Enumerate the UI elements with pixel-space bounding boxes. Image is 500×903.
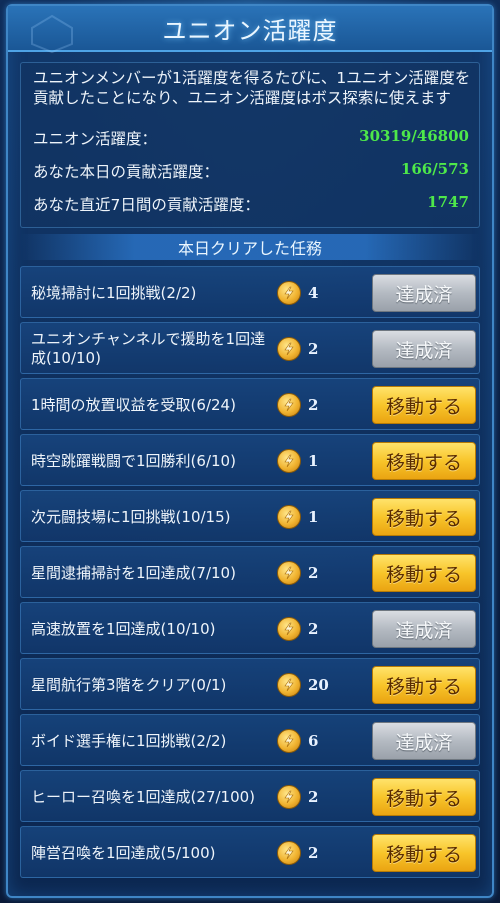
reward-amount: 2 [308, 396, 319, 414]
task-name: ユニオンチャンネルで援助を1回達成(10/10) [31, 330, 266, 367]
stat-label: ユニオン活躍度： [33, 130, 158, 148]
go-button[interactable]: 移動する [372, 498, 476, 536]
lightning-coin-icon [277, 785, 301, 809]
go-button[interactable]: 移動する [372, 386, 476, 424]
description-text: ユニオンメンバーが1活躍度を得るたびに、1ユニオン活躍度を貢献したことになり、ユ… [33, 69, 471, 107]
page-title: ユニオン活躍度 [162, 16, 338, 45]
task-row: 1時間の放置収益を受取(6/24) 2 移動する [20, 378, 480, 430]
title-bar: ユニオン活躍度 [8, 6, 492, 54]
emblem-icon [31, 14, 73, 54]
reward-amount: 6 [308, 732, 319, 750]
task-row: 秘境掃討に1回挑戦(2/2) 4 達成済 [20, 266, 480, 318]
reward-amount: 20 [308, 676, 329, 694]
reward-amount: 1 [308, 452, 319, 470]
task-name: 星間逮捕掃討を1回達成(7/10) [31, 563, 236, 582]
completed-button[interactable]: 達成済 [372, 610, 476, 648]
task-name: 高速放置を1回達成(10/10) [31, 619, 216, 638]
reward-amount: 2 [308, 788, 319, 806]
stat-value: 166/573 [400, 160, 469, 178]
go-button[interactable]: 移動する [372, 554, 476, 592]
lightning-coin-icon [277, 561, 301, 585]
task-name: 陣営召喚を1回達成(5/100) [31, 843, 216, 862]
task-name: 時空跳躍戦闘で1回勝利(6/10) [31, 451, 236, 470]
lightning-coin-icon [277, 281, 301, 305]
stat-union-activity: ユニオン活躍度： 30319/46800 [33, 127, 469, 149]
task-row: ヒーロー召喚を1回達成(27/100) 2 移動する [20, 770, 480, 822]
lightning-coin-icon [277, 841, 301, 865]
task-name: ヒーロー召喚を1回達成(27/100) [31, 787, 256, 806]
go-button[interactable]: 移動する [372, 834, 476, 872]
section-header: 本日クリアした任務 [20, 234, 480, 260]
task-row: 次元闘技場に1回挑戦(10/15) 1 移動する [20, 490, 480, 542]
section-title: 本日クリアした任務 [177, 239, 322, 258]
lightning-coin-icon [277, 729, 301, 753]
stat-value: 30319/46800 [359, 127, 469, 145]
task-name: ボイド選手権に1回挑戦(2/2) [31, 731, 227, 750]
task-row: ユニオンチャンネルで援助を1回達成(10/10) 2 達成済 [20, 322, 480, 374]
lightning-coin-icon [277, 449, 301, 473]
task-row: 高速放置を1回達成(10/10) 2 達成済 [20, 602, 480, 654]
lightning-coin-icon [277, 617, 301, 641]
task-row: 星間航行第3階をクリア(0/1) 20 移動する [20, 658, 480, 710]
reward-amount: 2 [308, 844, 319, 862]
task-name: 1時間の放置収益を受取(6/24) [31, 395, 236, 414]
stat-value: 1747 [427, 193, 469, 211]
task-row: 陣営召喚を1回達成(5/100) 2 移動する [20, 826, 480, 878]
task-row: ボイド選手権に1回挑戦(2/2) 6 達成済 [20, 714, 480, 766]
completed-button[interactable]: 達成済 [372, 722, 476, 760]
stat-7day-contribution: あなた直近7日間の貢献活躍度： 1747 [33, 193, 469, 215]
task-row: 星間逮捕掃討を1回達成(7/10) 2 移動する [20, 546, 480, 598]
task-list: 秘境掃討に1回挑戦(2/2) 4 達成済 ユニオンチャンネルで援助を1回達成(10/1… [20, 266, 480, 882]
lightning-coin-icon [277, 505, 301, 529]
task-row: 時空跳躍戦闘で1回勝利(6/10) 1 移動する [20, 434, 480, 486]
stat-label: あなた直近7日間の貢献活躍度： [33, 196, 260, 214]
info-box: ユニオンメンバーが1活躍度を得るたびに、1ユニオン活躍度を貢献したことになり、ユ… [20, 62, 480, 228]
task-name: 秘境掃討に1回挑戦(2/2) [31, 283, 197, 302]
completed-button[interactable]: 達成済 [372, 274, 476, 312]
lightning-coin-icon [277, 393, 301, 417]
reward-amount: 2 [308, 340, 319, 358]
reward-amount: 4 [308, 284, 319, 302]
completed-button[interactable]: 達成済 [372, 330, 476, 368]
lightning-coin-icon [277, 673, 301, 697]
task-name: 星間航行第3階をクリア(0/1) [31, 675, 227, 694]
stat-today-contribution: あなた本日の貢献活躍度： 166/573 [33, 160, 469, 182]
lightning-coin-icon [277, 337, 301, 361]
reward-amount: 2 [308, 564, 319, 582]
reward-amount: 1 [308, 508, 319, 526]
stat-label: あなた本日の貢献活躍度： [33, 163, 220, 181]
task-name: 次元闘技場に1回挑戦(10/15) [31, 507, 231, 526]
go-button[interactable]: 移動する [372, 666, 476, 704]
reward-amount: 2 [308, 620, 319, 638]
go-button[interactable]: 移動する [372, 442, 476, 480]
go-button[interactable]: 移動する [372, 778, 476, 816]
